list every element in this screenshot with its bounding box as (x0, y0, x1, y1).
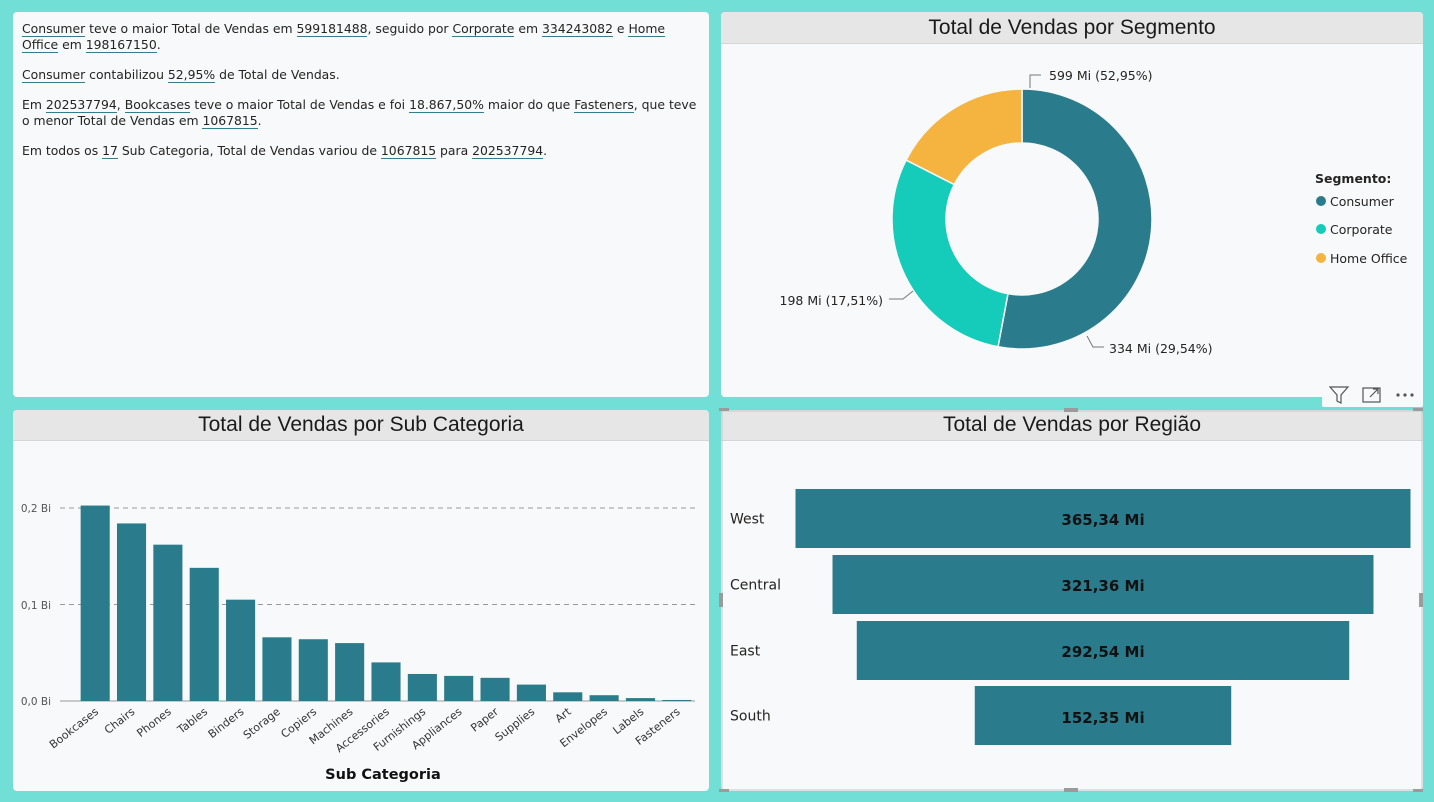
svg-text:Home Office: Home Office (1330, 251, 1408, 266)
category-label: Central (730, 578, 781, 594)
resize-handle[interactable] (719, 593, 723, 607)
leader-line-corporate (1086, 335, 1104, 348)
resize-handle[interactable] (719, 408, 729, 411)
x-tick-label: Binders (206, 705, 247, 741)
legend-item-corporate[interactable]: Corporate (1316, 222, 1393, 237)
subcategory-chart-panel: Total de Vendas por Sub Categoria 0,0 Bi… (13, 410, 709, 791)
narrative-link[interactable]: Consumer (22, 67, 86, 83)
region-chart-panel: Total de Vendas por Região West Central Ea… (721, 410, 1423, 791)
bar-envelopes[interactable] (589, 695, 619, 701)
resize-handle[interactable] (1413, 789, 1423, 792)
leader-line-consumer (1029, 74, 1041, 88)
svg-text:Consumer: Consumer (1330, 194, 1395, 209)
x-tick-label: Chairs (102, 705, 138, 737)
focus-mode-icon (1362, 387, 1381, 403)
narrative-paragraph-3: Em 202537794, Bookcases teve o maior Tot… (22, 97, 697, 129)
narrative-link[interactable]: 1067815 (202, 113, 258, 129)
bar-phones[interactable] (153, 544, 183, 701)
narrative-link[interactable]: 202537794 (472, 143, 544, 159)
narrative-panel: Consumer teve o maior Total de Vendas em… (13, 12, 709, 397)
funnel-value-label: 321,36 Mi (1061, 577, 1144, 595)
visual-header-toolbar (1322, 383, 1423, 407)
resize-handle[interactable] (1413, 408, 1423, 411)
narrative-paragraph-2: Consumer contabilizou 52,95% de Total de… (22, 67, 340, 83)
narrative-link[interactable]: Fasteners (574, 97, 634, 113)
bar-paper[interactable] (480, 677, 510, 701)
filter-icon (1328, 386, 1350, 404)
smart-narrative: Consumer teve o maior Total de Vendas em… (22, 21, 700, 159)
bar-labels[interactable] (625, 698, 656, 701)
bar-supplies[interactable] (516, 684, 546, 701)
category-label: South (730, 709, 771, 725)
bar-appliances[interactable] (444, 675, 474, 701)
bar-binders[interactable] (226, 599, 256, 701)
narrative-link[interactable]: 198167150 (85, 37, 157, 53)
bar-tables[interactable] (189, 567, 219, 701)
narrative-link[interactable]: 17 (102, 143, 118, 159)
svg-text:Corporate: Corporate (1330, 222, 1393, 237)
narrative-paragraph-4: Em todos os 17 Sub Categoria, Total de V… (22, 143, 548, 159)
x-tick-label: Bookcases (47, 705, 101, 751)
resize-handle[interactable] (1064, 408, 1078, 412)
resize-handle[interactable] (1419, 593, 1423, 607)
bar-chairs[interactable] (116, 523, 147, 701)
legend-item-home-office[interactable]: Home Office (1316, 251, 1408, 266)
subcategory-bar-chart: 0,0 Bi 0,1 Bi 0,2 Bi Bookcases ChairsPhon… (21, 503, 695, 783)
leader-line-home-office (889, 290, 914, 300)
narrative-link[interactable]: 202537794 (45, 97, 117, 113)
bar-machines[interactable] (335, 643, 365, 701)
x-axis-title: Sub Categoria (325, 767, 441, 783)
y-tick-label: 0,2 Bi (21, 503, 51, 515)
segment-chart-panel: Total de Vendas por Segmento 599 Mi (52,… (721, 12, 1423, 397)
funnel-value-label: 152,35 Mi (1061, 709, 1144, 727)
funnel-value-label: 292,54 Mi (1061, 643, 1144, 661)
donut-slice-corporate[interactable] (891, 159, 1009, 348)
narrative-link[interactable]: Corporate (452, 21, 515, 37)
bar-furnishings[interactable] (407, 673, 437, 701)
x-tick-label: Tables (174, 705, 210, 737)
resize-handle[interactable] (1064, 788, 1078, 792)
x-tick-label: Supplies (493, 705, 538, 744)
bar-fasteners[interactable] (662, 699, 692, 701)
bar-storage[interactable] (262, 637, 292, 701)
narrative-paragraph-1: Consumer teve o maior Total de Vendas em… (22, 21, 666, 53)
narrative-link[interactable]: 599181488 (296, 21, 368, 37)
legend-title: Segmento: (1315, 171, 1391, 186)
more-options-icon (1396, 393, 1414, 397)
narrative-link[interactable]: 52,95% (167, 67, 216, 83)
y-tick-label: 0,0 Bi (21, 696, 51, 708)
x-tick-label: Phones (134, 705, 174, 740)
filter-button[interactable] (1324, 383, 1354, 407)
focus-mode-button[interactable] (1357, 383, 1387, 407)
slice-label-consumer: 599 Mi (52,95%) (1049, 68, 1152, 83)
funnel-value-label: 365,34 Mi (1061, 511, 1144, 529)
resize-handle[interactable] (719, 789, 729, 792)
category-label: East (730, 644, 761, 660)
bar-art[interactable] (553, 692, 583, 701)
narrative-link[interactable]: 1067815 (380, 143, 437, 159)
category-label: West (730, 512, 765, 528)
x-tick-label: Art (553, 705, 574, 726)
region-funnel-chart: West Central East South 365,34 Mi 321,36 Mi… (721, 410, 1423, 791)
narrative-link[interactable]: Bookcases (124, 97, 191, 113)
narrative-link[interactable]: 334243082 (542, 21, 613, 37)
slice-label-home-office: 198 Mi (17,51%) (780, 293, 883, 308)
legend-item-consumer[interactable]: Consumer (1316, 194, 1395, 209)
bar-accessories[interactable] (371, 662, 401, 701)
segment-donut-chart: 599 Mi (52,95%) 334 Mi (29,54%) 198 Mi (… (780, 68, 1408, 356)
narrative-link[interactable]: Consumer (22, 21, 86, 37)
more-options-button[interactable] (1390, 383, 1420, 407)
narrative-link[interactable]: 18.867,50% (409, 97, 484, 113)
bar-bookcases[interactable] (80, 505, 110, 701)
slice-label-corporate: 334 Mi (29,54%) (1109, 341, 1212, 356)
y-tick-label: 0,1 Bi (21, 600, 51, 612)
bar-copiers[interactable] (298, 639, 328, 701)
x-tick-label: Storage (241, 705, 283, 742)
